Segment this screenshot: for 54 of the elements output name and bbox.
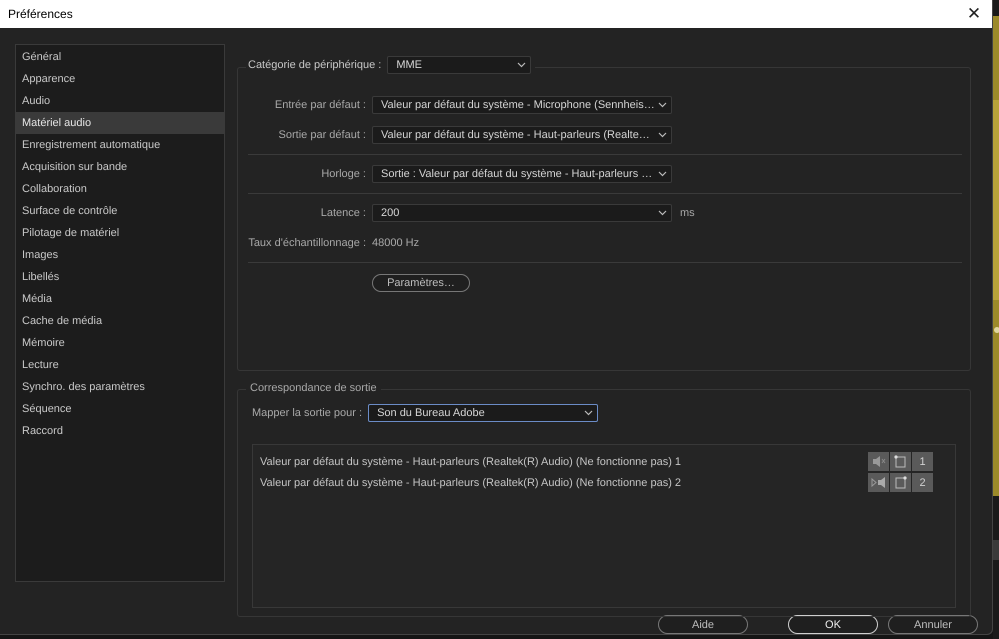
unit-label: ms: [680, 207, 695, 219]
sidebar-item[interactable]: Images: [16, 244, 224, 266]
close-button[interactable]: ✕: [956, 0, 992, 28]
sidebar-item[interactable]: Libellés: [16, 266, 224, 288]
latency-dropdown[interactable]: 200: [372, 204, 672, 222]
bracket-icon[interactable]: [890, 452, 911, 471]
sidebar-item[interactable]: Cache de média: [16, 310, 224, 332]
bracket-icon[interactable]: [890, 473, 911, 492]
sidebar-item[interactable]: Acquisition sur bande: [16, 156, 224, 178]
group-title: Correspondance de sortie: [246, 382, 381, 394]
caret-icon: [658, 210, 667, 216]
field-label: Entrée par défaut :: [274, 99, 367, 111]
input-dropdown[interactable]: Valeur par défaut du système - Microphone (Sennheis…: [372, 96, 672, 114]
window-title: Préférences: [8, 7, 73, 21]
field-label: Latence :: [320, 207, 367, 219]
settings-button[interactable]: Paramètres…: [372, 274, 470, 292]
map-dropdown[interactable]: Son du Bureau Adobe: [368, 404, 598, 422]
caret-icon: [584, 410, 594, 416]
sidebar-item[interactable]: Pilotage de matériel: [16, 222, 224, 244]
sidebar-item[interactable]: Surface de contrôle: [16, 200, 224, 222]
field-label: Horloge :: [320, 168, 367, 180]
channel-name: Valeur par défaut du système - Haut-parleurs (Realtek(R) Audio) (Ne fonctionne pas) 1: [260, 456, 682, 468]
dialog-button[interactable]: Aide: [658, 615, 748, 634]
speaker-icon[interactable]: [868, 452, 889, 471]
caret-icon: [517, 62, 526, 68]
sidebar-item[interactable]: Mémoire: [16, 332, 224, 354]
channel-number: 1: [912, 452, 933, 471]
speaker-icon[interactable]: [868, 473, 889, 492]
sidebar-item[interactable]: Général: [16, 46, 224, 68]
output-dropdown[interactable]: Valeur par défaut du système - Haut-parleurs (Realte…: [372, 126, 672, 144]
sidebar-item[interactable]: Raccord: [16, 420, 224, 442]
sidebar-item[interactable]: Audio: [16, 90, 224, 112]
caret-icon: [658, 132, 667, 138]
field-label: Taux d'échantillonnage :: [248, 237, 367, 249]
category-dropdown[interactable]: MME: [387, 56, 532, 74]
channel-number: 2: [912, 473, 933, 492]
sample-rate-value: 48000 Hz: [372, 237, 420, 249]
caret-icon: [658, 102, 667, 108]
dialog-button[interactable]: Annuler: [888, 615, 978, 634]
channel-name: Valeur par défaut du système - Haut-parleurs (Realtek(R) Audio) (Ne fonctionne pas) 2: [260, 476, 682, 488]
sidebar-item[interactable]: Synchro. des paramètres: [16, 376, 224, 398]
caret-icon: [658, 171, 667, 177]
sidebar-item[interactable]: Apparence: [16, 68, 224, 90]
sidebar-item[interactable]: Enregistrement automatique: [16, 134, 224, 156]
field-label: Sortie par défaut :: [278, 129, 367, 141]
sidebar-item[interactable]: Lecture: [16, 354, 224, 376]
sidebar-item[interactable]: Séquence: [16, 398, 224, 420]
sidebar-item[interactable]: Matériel audio: [16, 112, 224, 134]
dialog-button[interactable]: OK: [788, 615, 878, 634]
field-label: Mapper la sortie pour :: [252, 407, 362, 419]
sidebar-item[interactable]: Média: [16, 288, 224, 310]
clock-dropdown[interactable]: Sortie : Valeur par défaut du système - Haut-parleurs …: [372, 165, 672, 183]
sidebar-item[interactable]: Collaboration: [16, 178, 224, 200]
field-label: Catégorie de périphérique :: [248, 59, 382, 71]
